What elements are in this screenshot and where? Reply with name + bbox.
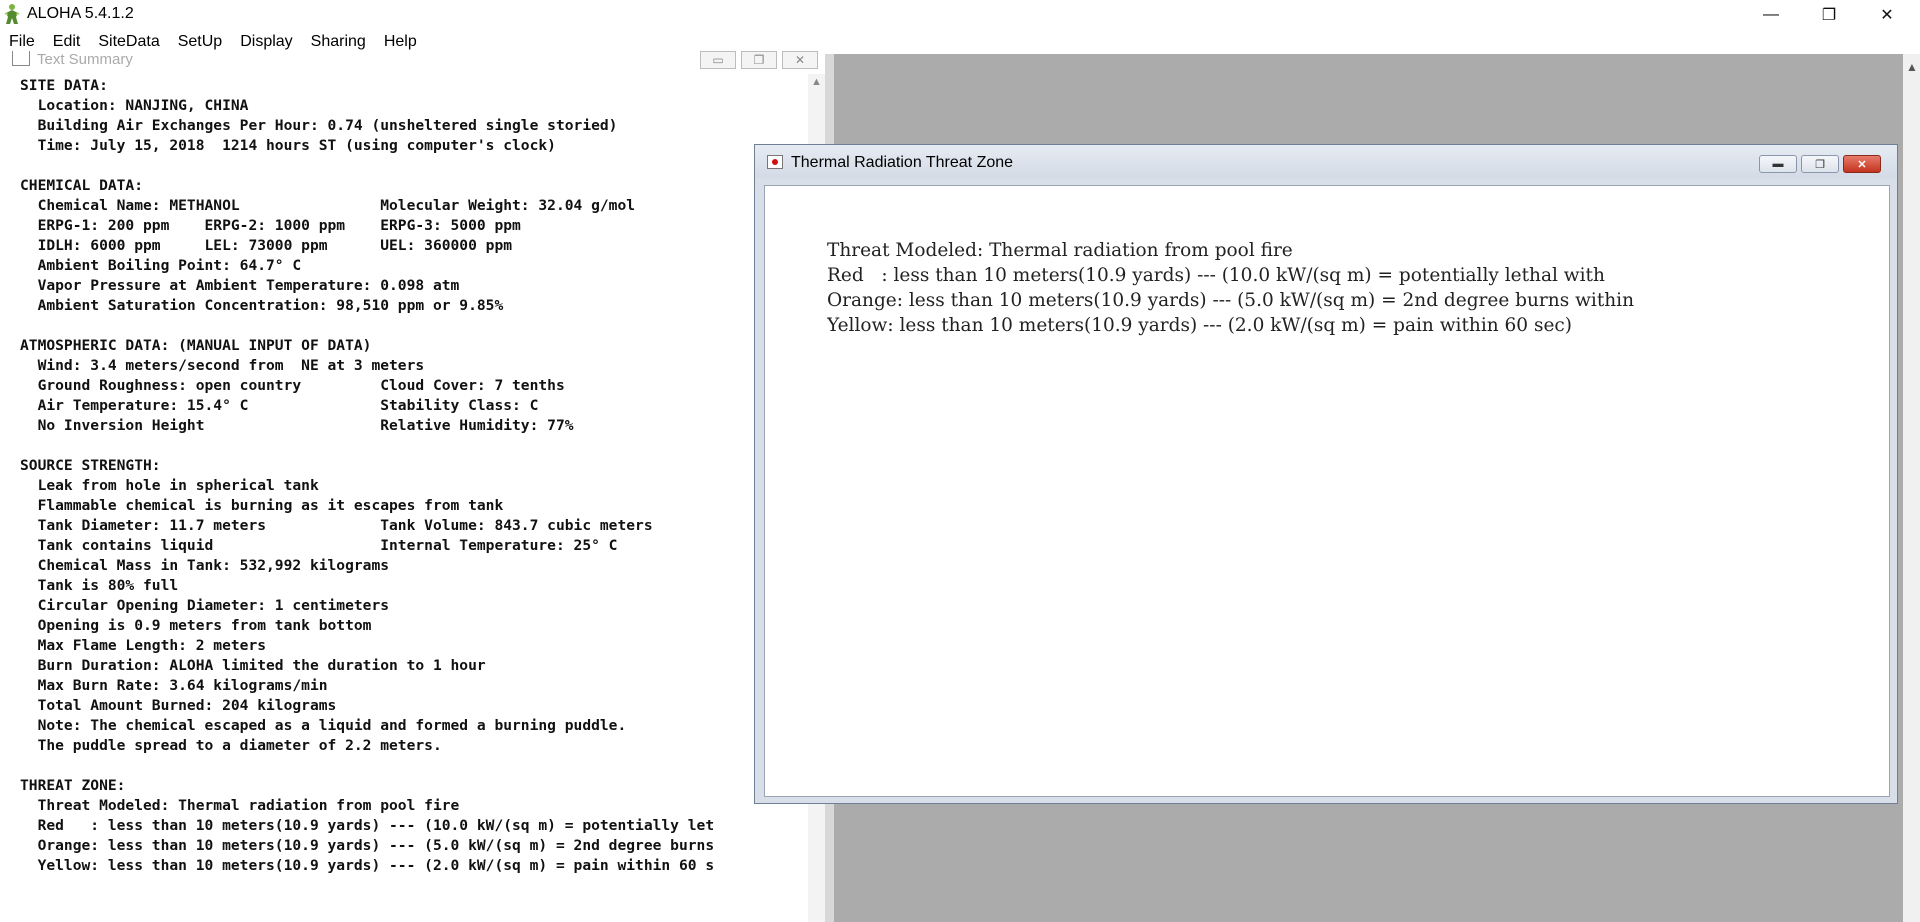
threat-line: Orange: less than 10 meters(10.9 yards) … bbox=[827, 290, 1634, 311]
summary-line: Chemical Name: METHANOL Molecular Weight… bbox=[20, 197, 636, 214]
summary-line: Chemical Mass in Tank: 532,992 kilograms bbox=[20, 557, 390, 574]
document-icon bbox=[12, 51, 30, 66]
summary-line: Tank is 80% full bbox=[20, 577, 179, 594]
summary-line: Max Burn Rate: 3.64 kilograms/min bbox=[20, 677, 328, 694]
summary-line: Tank Diameter: 11.7 meters Tank Volume: … bbox=[20, 517, 653, 534]
text-summary-window: Text Summary ▭ ❐ ✕ SITE DATA: Location: … bbox=[0, 51, 834, 922]
summary-line: Ambient Saturation Concentration: 98,510… bbox=[20, 297, 504, 314]
app-title: ALOHA 5.4.1.2 bbox=[27, 5, 134, 22]
close-icon: ✕ bbox=[794, 53, 806, 67]
thermal-window-title: Thermal Radiation Threat Zone bbox=[791, 154, 1014, 171]
summary-line: The puddle spread to a diameter of 2.2 m… bbox=[20, 737, 442, 754]
summary-line bbox=[20, 756, 810, 776]
text-summary-minimize-button[interactable]: ▭ bbox=[700, 51, 736, 69]
menu-edit[interactable]: Edit bbox=[44, 33, 90, 51]
threat-zone-text: Threat Modeled: Thermal radiation from p… bbox=[827, 238, 1889, 338]
close-button[interactable]: ✕ bbox=[1859, 0, 1915, 29]
restore-icon: ❐ bbox=[1815, 158, 1825, 171]
aloha-logo-icon bbox=[4, 4, 20, 24]
thermal-title-bar[interactable]: Thermal Radiation Threat Zone ▬ ❐ ✕ bbox=[755, 145, 1897, 178]
summary-line: Yellow: less than 10 meters(10.9 yards) … bbox=[20, 857, 715, 874]
scroll-up-arrow-icon[interactable]: ▲ bbox=[1906, 60, 1918, 74]
summary-line: Wind: 3.4 meters/second from NE at 3 met… bbox=[20, 357, 425, 374]
summary-line: Circular Opening Diameter: 1 centimeters bbox=[20, 597, 390, 614]
restore-button[interactable]: ❐ bbox=[1801, 0, 1857, 29]
summary-line: Building Air Exchanges Per Hour: 0.74 (u… bbox=[20, 117, 618, 134]
threat-zone-icon bbox=[767, 155, 783, 169]
scroll-up-arrow-icon[interactable]: ▲ bbox=[811, 76, 822, 88]
threat-line: Red : less than 10 meters(10.9 yards) --… bbox=[827, 265, 1605, 286]
summary-line: Orange: less than 10 meters(10.9 yards) … bbox=[20, 837, 715, 854]
restore-icon: ❐ bbox=[753, 53, 765, 67]
minimize-button[interactable]: — bbox=[1743, 0, 1799, 29]
text-summary-close-button[interactable]: ✕ bbox=[782, 51, 818, 69]
summary-line: Opening is 0.9 meters from tank bottom bbox=[20, 617, 372, 634]
text-summary-content: SITE DATA: Location: NANJING, CHINA Buil… bbox=[20, 76, 810, 922]
text-summary-title-bar: Text Summary ▭ ❐ ✕ bbox=[0, 51, 834, 74]
summary-line: Flammable chemical is burning as it esca… bbox=[20, 497, 504, 514]
summary-line: Time: July 15, 2018 1214 hours ST (using… bbox=[20, 137, 556, 154]
app-title-bar: ALOHA 5.4.1.2 — ❐ ✕ bbox=[0, 0, 1920, 29]
summary-line: Ambient Boiling Point: 64.7° C bbox=[20, 257, 302, 274]
summary-line: Threat Modeled: Thermal radiation from p… bbox=[20, 797, 460, 814]
summary-line: Tank contains liquid Internal Temperatur… bbox=[20, 537, 618, 554]
thermal-content-area: Threat Modeled: Thermal radiation from p… bbox=[764, 185, 1890, 797]
thermal-minimize-button[interactable]: ▬ bbox=[1759, 155, 1797, 173]
threat-line: Threat Modeled: Thermal radiation from p… bbox=[827, 240, 1293, 261]
summary-line: IDLH: 6000 ppm LEL: 73000 ppm UEL: 36000… bbox=[20, 237, 513, 254]
menu-file[interactable]: File bbox=[0, 33, 44, 51]
summary-line: Total Amount Burned: 204 kilograms bbox=[20, 697, 337, 714]
menu-setup[interactable]: SetUp bbox=[169, 33, 231, 51]
summary-line: ATMOSPHERIC DATA: (MANUAL INPUT OF DATA) bbox=[20, 337, 372, 354]
summary-line: SOURCE STRENGTH: bbox=[20, 457, 161, 474]
minimize-icon: ▭ bbox=[712, 53, 724, 67]
minimize-icon: ▬ bbox=[1772, 158, 1784, 170]
thermal-restore-button[interactable]: ❐ bbox=[1801, 155, 1839, 173]
summary-line: Burn Duration: ALOHA limited the duratio… bbox=[20, 657, 486, 674]
thermal-close-button[interactable]: ✕ bbox=[1843, 155, 1881, 173]
menu-sharing[interactable]: Sharing bbox=[302, 33, 375, 51]
menu-sitedata[interactable]: SiteData bbox=[89, 33, 168, 51]
thermal-radiation-window: Thermal Radiation Threat Zone ▬ ❐ ✕ Thre… bbox=[754, 144, 1898, 804]
minimize-icon: — bbox=[1763, 5, 1779, 23]
menu-bar: File Edit SiteData SetUp Display Sharing… bbox=[0, 29, 1920, 54]
summary-line: Max Flame Length: 2 meters bbox=[20, 637, 267, 654]
close-icon: ✕ bbox=[1880, 6, 1894, 24]
menu-help[interactable]: Help bbox=[375, 33, 426, 51]
summary-line bbox=[20, 436, 810, 456]
workspace-scrollbar[interactable]: ▲ bbox=[1903, 54, 1920, 922]
summary-line: Leak from hole in spherical tank bbox=[20, 477, 319, 494]
threat-line: Yellow: less than 10 meters(10.9 yards) … bbox=[827, 315, 1572, 336]
summary-line bbox=[20, 316, 810, 336]
text-summary-restore-button[interactable]: ❐ bbox=[741, 51, 777, 69]
summary-line: THREAT ZONE: bbox=[20, 777, 126, 794]
text-summary-title: Text Summary bbox=[37, 51, 133, 68]
summary-line: SITE DATA: bbox=[20, 77, 108, 94]
menu-display[interactable]: Display bbox=[231, 33, 301, 51]
summary-line: Note: The chemical escaped as a liquid a… bbox=[20, 717, 627, 734]
summary-line: ERPG-1: 200 ppm ERPG-2: 1000 ppm ERPG-3:… bbox=[20, 217, 521, 234]
close-icon: ✕ bbox=[1857, 158, 1867, 171]
summary-line: Location: NANJING, CHINA bbox=[20, 97, 249, 114]
restore-icon: ❐ bbox=[1821, 6, 1837, 24]
summary-line: Red : less than 10 meters(10.9 yards) --… bbox=[20, 817, 715, 834]
summary-line: Ground Roughness: open country Cloud Cov… bbox=[20, 377, 565, 394]
summary-line: No Inversion Height Relative Humidity: 7… bbox=[20, 417, 574, 434]
summary-line: Air Temperature: 15.4° C Stability Class… bbox=[20, 397, 539, 414]
summary-line: CHEMICAL DATA: bbox=[20, 177, 144, 194]
summary-line bbox=[20, 156, 810, 176]
summary-line: Vapor Pressure at Ambient Temperature: 0… bbox=[20, 277, 460, 294]
